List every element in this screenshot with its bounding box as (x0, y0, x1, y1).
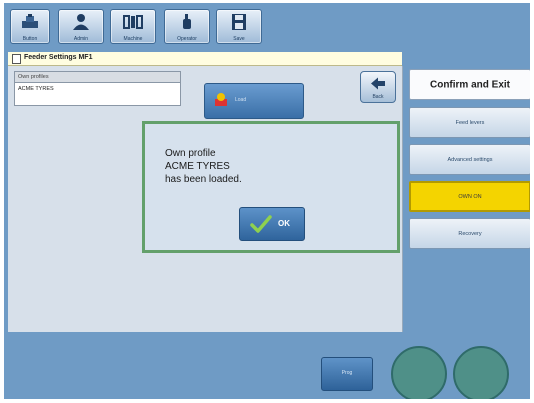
window-checkbox[interactable] (12, 54, 21, 64)
profile-list-item[interactable]: ACME TYRES (18, 86, 54, 92)
profile-list-header: Own profiles (15, 72, 180, 83)
toolbar-button-2-label: Admin (73, 36, 89, 42)
profile-list[interactable]: Own profiles ACME TYRES (14, 71, 181, 106)
confirm-and-exit-button[interactable]: Confirm and Exit (409, 69, 530, 100)
feed-levers-button[interactable]: Feed levers (409, 107, 530, 138)
load-profile-button[interactable]: Load (204, 83, 304, 119)
machine-screen: Button Admin Machine Operator Save Feede… (4, 3, 530, 399)
ok-button[interactable]: OK (239, 207, 305, 241)
floppy-disk-icon (217, 13, 261, 31)
back-label: Back (372, 94, 384, 100)
toolbar-button-4-label: Operator (177, 36, 197, 42)
toolbar-button-5-label: Save (233, 36, 245, 42)
toolbar-button-3[interactable]: Machine (110, 9, 156, 44)
own-on-button[interactable]: OWN ON (409, 181, 530, 212)
toolbar-button-3-label: Machine (123, 36, 143, 42)
toolbar-button-5[interactable]: Save (216, 9, 262, 44)
hand-icon (165, 13, 209, 31)
stack-icon (11, 13, 49, 31)
advanced-settings-label: Advanced settings (447, 156, 493, 163)
own-on-label: OWN ON (458, 193, 482, 200)
load-profile-label: Load (235, 97, 247, 103)
back-arrow-icon (370, 77, 386, 95)
advanced-settings-button[interactable]: Advanced settings (409, 144, 530, 175)
profile-loaded-dialog: Own profile ACME TYRES has been loaded. … (142, 121, 400, 253)
round-button-right[interactable] (453, 346, 509, 399)
load-profile-icon (213, 92, 229, 113)
window-title: Feeder Settings MF1 (24, 54, 93, 61)
prog-label: Prog (341, 370, 353, 376)
checkmark-icon (250, 215, 272, 238)
recovery-button[interactable]: Recovery (409, 218, 530, 249)
toolbar-button-4[interactable]: Operator (164, 9, 210, 44)
window-title-bar: Feeder Settings MF1 (8, 52, 402, 66)
toolbar-button-1-label: Button (22, 36, 38, 42)
toolbar-button-2[interactable]: Admin (58, 9, 104, 44)
confirm-and-exit-label: Confirm and Exit (429, 79, 510, 90)
prog-button[interactable]: Prog (321, 357, 373, 391)
ok-label: OK (278, 219, 290, 228)
machine-icon (111, 13, 155, 31)
user-icon (59, 13, 103, 31)
dialog-message: Own profile ACME TYRES has been loaded. (165, 148, 242, 185)
round-button-left[interactable] (391, 346, 447, 399)
feed-levers-label: Feed levers (455, 119, 485, 126)
back-button[interactable]: Back (360, 71, 396, 103)
toolbar-button-1[interactable]: Button (10, 9, 50, 44)
recovery-label: Recovery (458, 230, 482, 237)
